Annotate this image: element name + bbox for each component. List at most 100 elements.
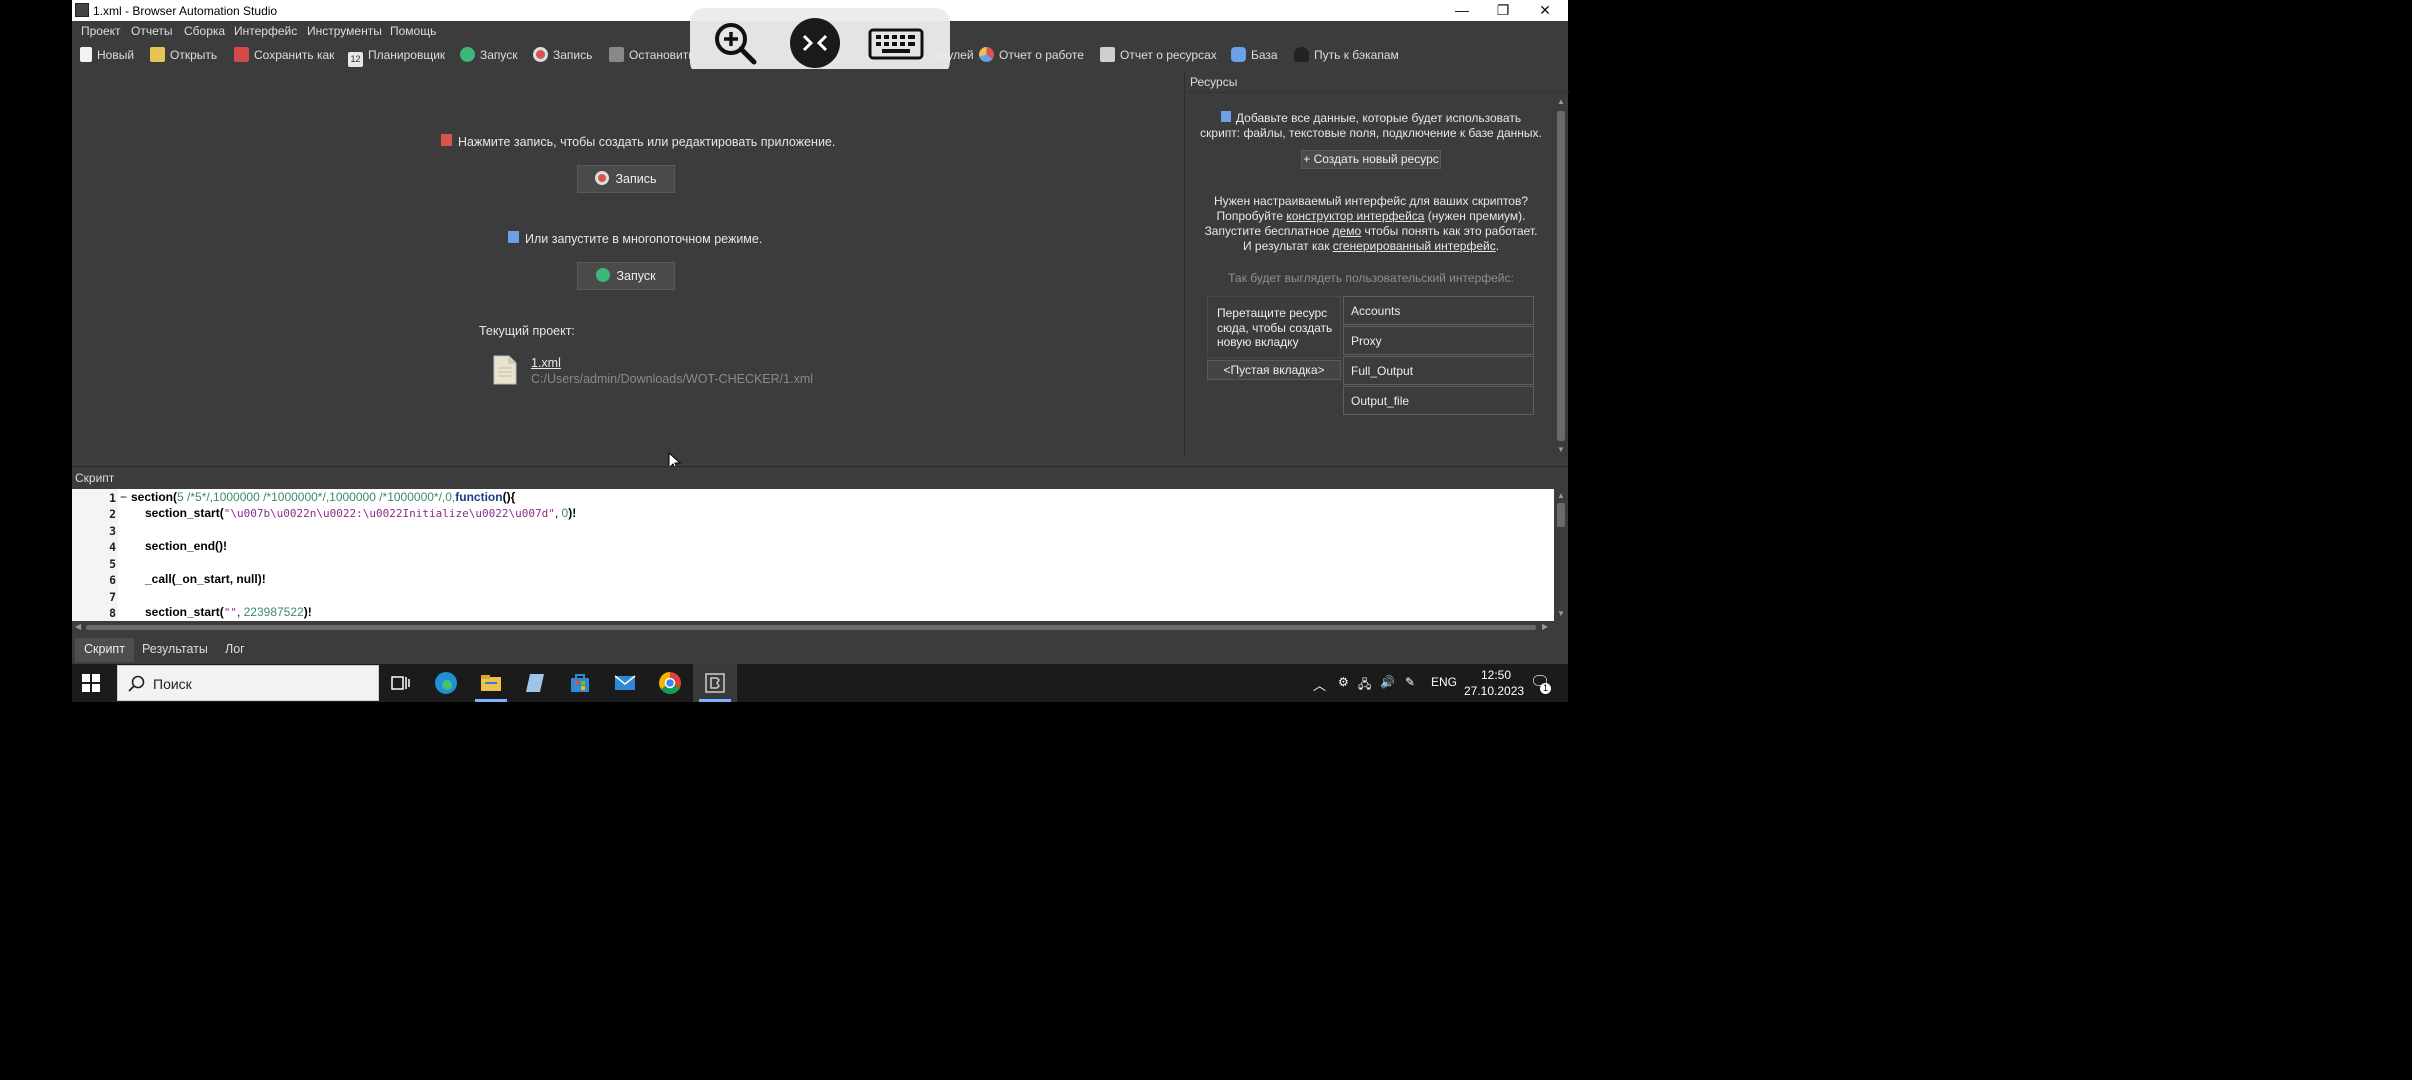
remote-desktop-overlay: [690, 8, 950, 76]
save-as-label: Сохранить как: [254, 48, 335, 62]
editor-scroll-thumb[interactable]: [1557, 503, 1565, 527]
editor-hscroll-thumb[interactable]: [86, 625, 1536, 630]
work-report-button[interactable]: Отчет о работе: [979, 46, 1084, 64]
clock-time[interactable]: 12:50: [1481, 668, 1511, 682]
db-label: База: [1251, 48, 1278, 62]
tab-full-output[interactable]: Full_Output: [1343, 356, 1534, 385]
tab-log[interactable]: Лог: [216, 638, 254, 662]
code-token: )!: [568, 506, 577, 520]
line-number: 2: [109, 507, 116, 521]
run-big-button[interactable]: Запуск: [577, 262, 675, 290]
pie-chart-icon: [979, 47, 994, 62]
menu-build[interactable]: Сборка: [184, 24, 225, 38]
notepad-icon[interactable]: [524, 671, 548, 695]
language-indicator[interactable]: ENG: [1431, 675, 1457, 689]
store-icon[interactable]: [568, 671, 592, 695]
db-button[interactable]: База: [1231, 46, 1278, 64]
chrome-icon[interactable]: [658, 671, 682, 695]
code-editor[interactable]: 1 2 3 4 5 6 7 8 − section(5 /*5*/,100000…: [72, 489, 1554, 621]
bas-app-icon: [75, 3, 89, 17]
tab-proxy[interactable]: Proxy: [1343, 326, 1534, 355]
search-placeholder: Поиск: [153, 676, 192, 692]
scroll-down-arrow[interactable]: ▼: [1557, 445, 1565, 454]
save-as-button[interactable]: Сохранить как: [234, 46, 334, 64]
tray-app-icon[interactable]: ⚙: [1338, 675, 1349, 689]
fold-marker[interactable]: −: [120, 490, 127, 504]
run-button[interactable]: Запуск: [460, 46, 518, 64]
interface-builder-link[interactable]: конструктор интерфейса: [1286, 209, 1424, 223]
backup-path-label: Путь к бэкапам: [1314, 48, 1399, 62]
main-panel: Нажмите запись, чтобы создать или редакт…: [72, 69, 1182, 457]
code-token: "\u007b\u0022n\u0022:\u0022Initialize\u0…: [223, 507, 555, 520]
maximize-button[interactable]: ❐: [1481, 0, 1525, 21]
network-icon[interactable]: 🖧: [1358, 675, 1371, 696]
minimize-button[interactable]: —: [1440, 0, 1484, 21]
menu-interface[interactable]: Интерфейс: [234, 24, 297, 38]
create-resource-button[interactable]: + Создать новый ресурс: [1301, 150, 1441, 169]
resources-add-hint: Добавьте все данные, которые будет испол…: [1199, 111, 1543, 141]
active-app-indicator: [699, 699, 731, 702]
open-button[interactable]: Открыть: [150, 46, 217, 64]
edge-browser-icon[interactable]: [434, 671, 458, 695]
record-button[interactable]: Запись: [533, 46, 592, 64]
script-panel-title: Скрипт: [75, 471, 115, 485]
file-explorer-icon[interactable]: [479, 671, 503, 695]
resource-report-label: Отчет о ресурсах: [1120, 48, 1217, 62]
tab-output-file[interactable]: Output_file: [1343, 386, 1534, 415]
menu-help[interactable]: Помощь: [390, 24, 436, 38]
tab-accounts[interactable]: Accounts: [1343, 296, 1534, 325]
code-line-4: section_end()!: [145, 539, 228, 553]
editor-vertical-scrollbar[interactable]: ▲ ▼: [1554, 489, 1568, 621]
windows-start-icon[interactable]: [82, 674, 100, 692]
record-big-label: Запись: [615, 172, 657, 186]
info-blue-icon: [1220, 111, 1231, 122]
code-token: 5 /*5*/,1000000 /*1000000*/,1000000 /*10…: [177, 490, 456, 504]
menu-reports[interactable]: Отчеты: [131, 24, 172, 38]
close-button[interactable]: ✕: [1523, 0, 1567, 21]
generated-interface-link[interactable]: сгенерированный интерфейс: [1333, 239, 1496, 253]
stop-button[interactable]: Остановить: [609, 46, 695, 64]
remote-connection-icon[interactable]: [790, 18, 840, 68]
empty-tab-button[interactable]: <Пустая вкладка>: [1207, 360, 1341, 380]
save-icon: [234, 47, 249, 62]
tray-chevron-icon[interactable]: ︿: [1313, 675, 1326, 694]
resources-scrollbar[interactable]: ▲ ▼: [1554, 95, 1568, 457]
resource-report-button[interactable]: Отчет о ресурсах: [1100, 46, 1217, 64]
tab-results[interactable]: Результаты: [133, 638, 217, 662]
task-view-icon[interactable]: [389, 671, 413, 695]
new-button[interactable]: Новый: [80, 46, 134, 64]
project-name-link[interactable]: 1.xml: [531, 356, 561, 370]
scroll-down-arrow[interactable]: ▼: [1557, 609, 1565, 618]
clock-date[interactable]: 27.10.2023: [1464, 684, 1524, 698]
taskbar-search-box[interactable]: Поиск: [117, 665, 379, 701]
backup-path-button[interactable]: Путь к бэкапам: [1294, 46, 1399, 64]
scroll-right-arrow[interactable]: ▶: [1542, 622, 1548, 631]
tab-script[interactable]: Скрипт: [75, 638, 134, 662]
scheduler-button[interactable]: 12 Планировщик: [348, 46, 445, 67]
mail-icon[interactable]: [613, 671, 637, 695]
document-icon: [493, 355, 517, 385]
folder-icon: [150, 47, 165, 62]
zoom-in-icon[interactable]: [710, 18, 760, 68]
demo-link[interactable]: демо: [1333, 224, 1362, 238]
resources-scroll-thumb[interactable]: [1557, 111, 1565, 441]
bas-taskbar-button[interactable]: [693, 664, 737, 702]
record-big-button[interactable]: Запись: [577, 165, 675, 193]
scroll-left-arrow[interactable]: ◀: [75, 622, 81, 631]
code-line-6: _call(_on_start, null)!: [145, 572, 266, 586]
promo-line3-text: Запустите бесплатное: [1204, 224, 1333, 238]
editor-horizontal-scrollbar[interactable]: ◀ ▶: [72, 621, 1554, 634]
new-label: Новый: [97, 48, 135, 62]
volume-icon[interactable]: 🔊: [1380, 675, 1395, 689]
code-token: section_start(: [145, 506, 224, 520]
pen-icon[interactable]: ✎: [1405, 675, 1415, 689]
keyboard-icon[interactable]: [868, 18, 924, 68]
scroll-up-arrow[interactable]: ▲: [1557, 491, 1565, 500]
menu-project[interactable]: Проект: [81, 24, 121, 38]
promo-line4-text: И результат как: [1242, 239, 1333, 253]
info-blue-icon: [508, 231, 519, 243]
menu-tools[interactable]: Инструменты: [307, 24, 382, 38]
scroll-up-arrow[interactable]: ▲: [1557, 97, 1565, 106]
promo-line3-tail: чтобы понять как это работает.: [1361, 224, 1538, 238]
notification-count-badge: 1: [1540, 683, 1551, 694]
